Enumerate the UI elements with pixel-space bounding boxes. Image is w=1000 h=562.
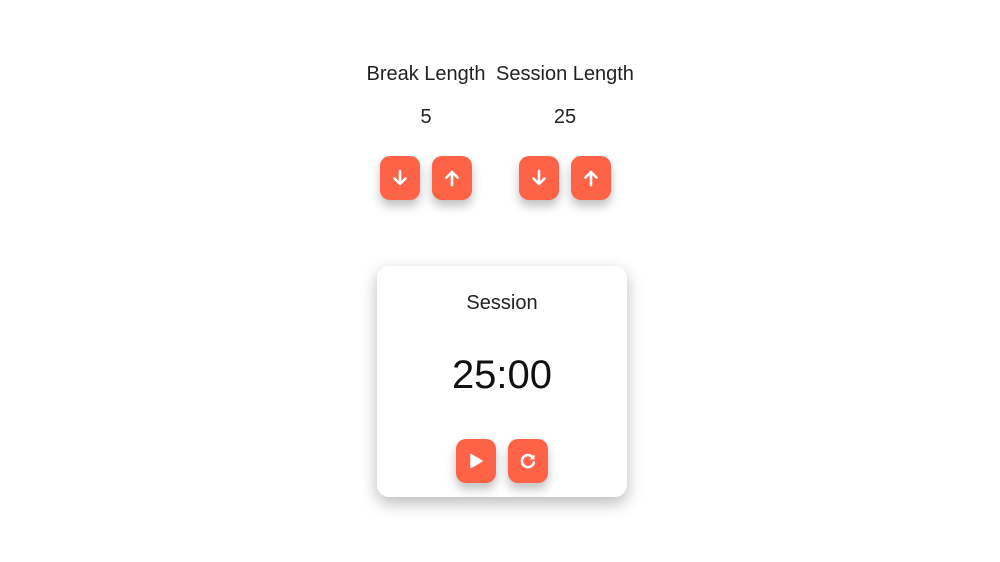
arrow-up-icon xyxy=(443,169,461,187)
break-controls xyxy=(380,156,472,200)
length-settings: Break Length 5 Session Length 25 xyxy=(0,60,1000,200)
timer-label: Session xyxy=(466,292,538,314)
session-increment-button[interactable] xyxy=(571,156,611,200)
session-controls xyxy=(519,156,611,200)
timer-controls xyxy=(456,439,548,483)
pomodoro-app: Break Length 5 Session Length 25 Session… xyxy=(0,0,1000,562)
break-increment-button[interactable] xyxy=(432,156,472,200)
break-label: Break Length xyxy=(366,63,486,85)
reset-button[interactable] xyxy=(508,439,548,483)
arrow-down-icon xyxy=(530,169,548,187)
play-icon xyxy=(467,452,485,470)
time-left-display: 25:00 xyxy=(451,353,553,397)
reset-icon xyxy=(519,452,537,470)
session-length-value: 25 xyxy=(553,106,577,128)
session-setting: Session Length 25 xyxy=(496,60,634,200)
session-decrement-button[interactable] xyxy=(519,156,559,200)
break-decrement-button[interactable] xyxy=(380,156,420,200)
play-button[interactable] xyxy=(456,439,496,483)
session-label: Session Length xyxy=(496,63,634,85)
break-length-value: 5 xyxy=(420,106,432,128)
break-setting: Break Length 5 xyxy=(366,60,486,200)
arrow-down-icon xyxy=(391,169,409,187)
arrow-up-icon xyxy=(582,169,600,187)
timer-card: Session 25:00 xyxy=(377,266,627,497)
